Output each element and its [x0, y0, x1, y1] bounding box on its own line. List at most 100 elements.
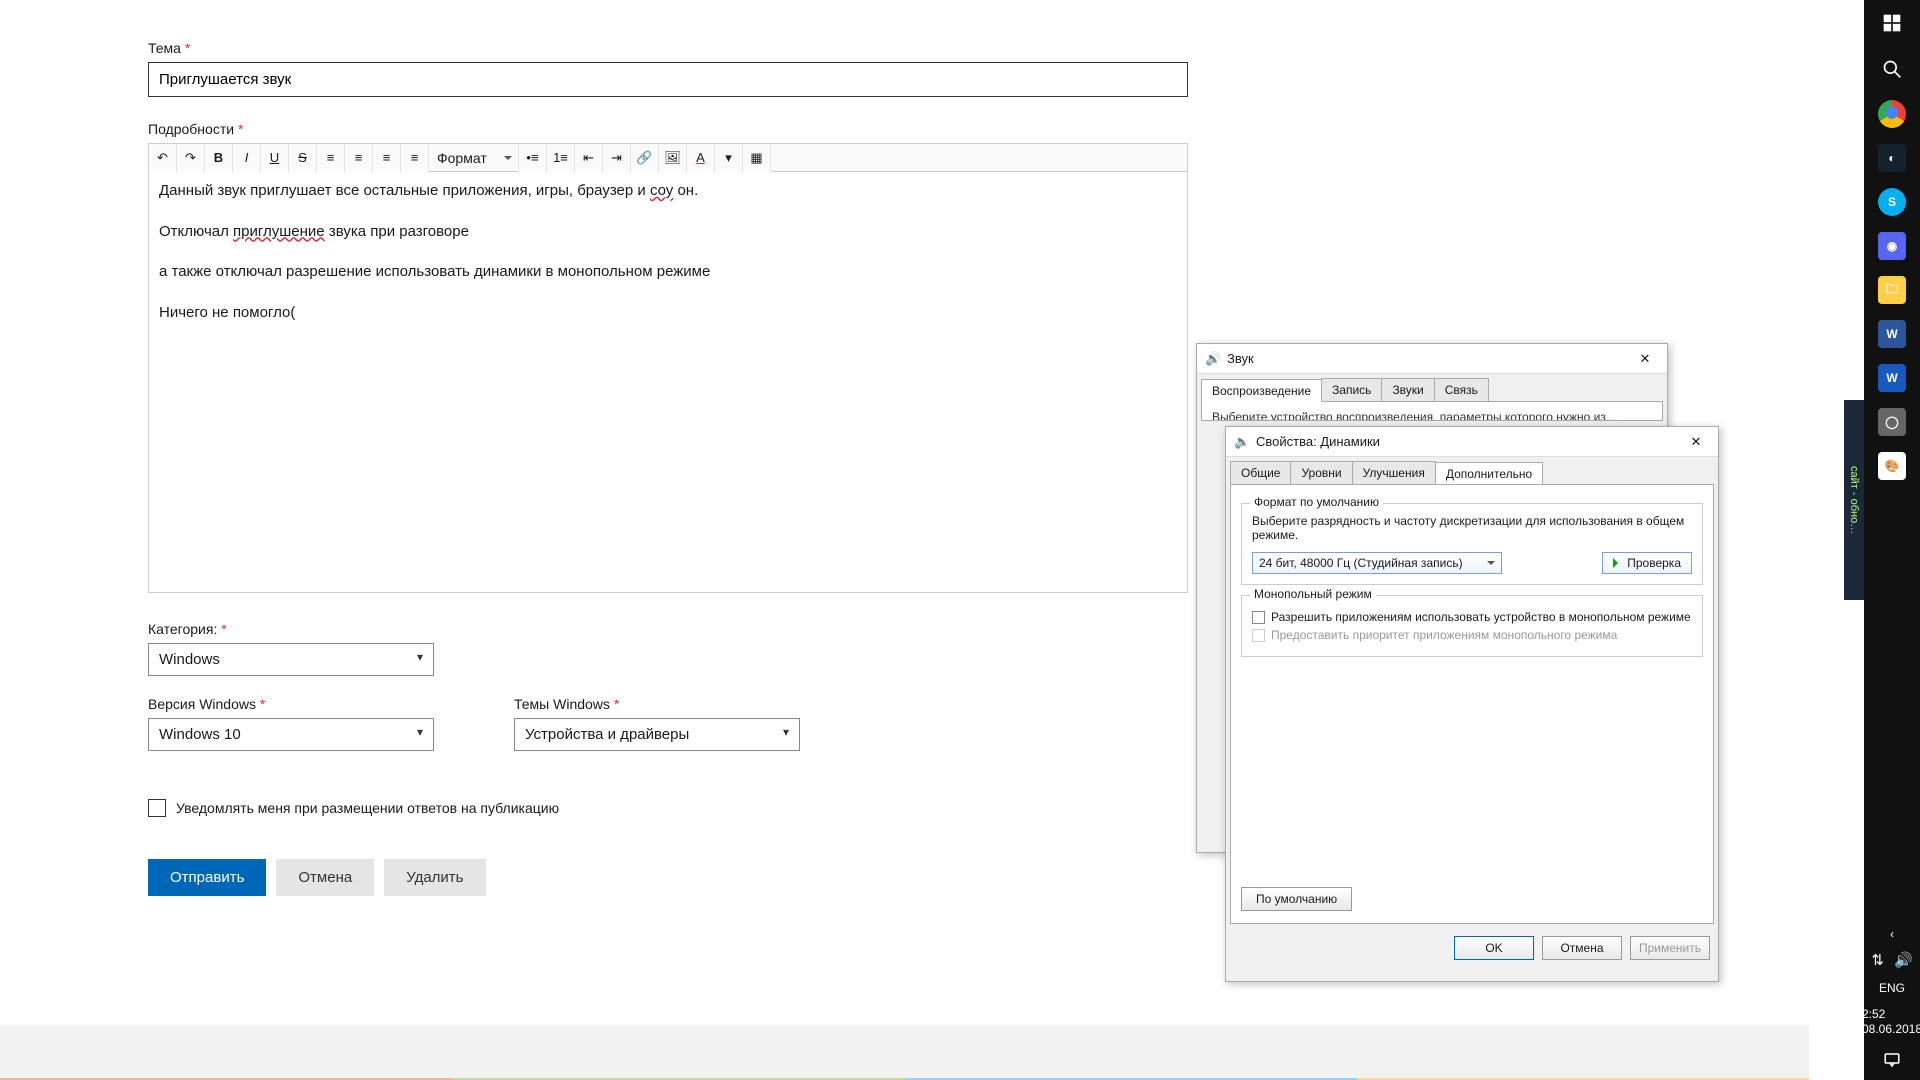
word-app[interactable]: W [1864, 312, 1920, 356]
rich-editor: ↶ ↷ B I U S ≡ ≡ ≡ ≡ Формат •≡ 1≡ ⇤ ⇥ 🔗 🖼… [148, 143, 1188, 593]
cancel-button[interactable]: Отмена [1542, 936, 1622, 960]
underline-icon[interactable]: U [261, 144, 289, 172]
speaker-icon: 🔈 [1234, 434, 1250, 450]
exclusive-label: Разрешить приложениям использовать устро… [1271, 610, 1691, 624]
word2-icon: W [1878, 364, 1906, 392]
volume-icon[interactable]: 🔊 [1894, 951, 1913, 969]
paint-app[interactable]: 🎨 [1864, 444, 1920, 488]
editor-line: Данный звук приглушает все остальные при… [159, 180, 1177, 203]
folder-icon: 🗀 [1878, 276, 1906, 304]
bold-icon[interactable]: B [205, 144, 233, 172]
theme-select[interactable]: Устройства и драйверы [514, 718, 800, 751]
steam-app[interactable]: ◐ [1864, 136, 1920, 180]
apply-button: Применить [1630, 936, 1710, 960]
paint-icon: 🎨 [1878, 452, 1906, 480]
clock[interactable]: 2:52 08.06.2018 [1862, 1001, 1920, 1043]
table-icon[interactable]: ▦ [743, 144, 771, 172]
props-title[interactable]: 🔈 Свойства: Динамики ✕ [1226, 427, 1718, 457]
tab-general[interactable]: Общие [1230, 461, 1291, 484]
editor-toolbar: ↶ ↷ B I U S ≡ ≡ ≡ ≡ Формат •≡ 1≡ ⇤ ⇥ 🔗 🖼… [149, 144, 1187, 172]
windows-icon [1882, 13, 1902, 33]
link-icon[interactable]: 🔗 [631, 144, 659, 172]
language-indicator[interactable]: ENG [1879, 975, 1905, 1001]
skype-icon: S [1878, 188, 1906, 216]
network-icon[interactable]: ⇅ [1871, 951, 1884, 969]
version-label: Версия Windows * [148, 696, 434, 712]
theme-label: Темы Windows * [514, 696, 800, 712]
action-center[interactable] [1883, 1043, 1901, 1080]
discord-app[interactable]: ◉ [1864, 224, 1920, 268]
topic-input[interactable] [148, 62, 1188, 97]
explorer-app[interactable]: 🗀 [1864, 268, 1920, 312]
close-icon[interactable]: ✕ [1674, 427, 1718, 457]
chevron-up-icon: ‹ [1890, 927, 1894, 941]
editor-line: Ничего не помогло( [159, 302, 1177, 325]
page-footer [0, 1025, 1809, 1080]
group-exclusive-title: Монопольный режим [1250, 587, 1376, 601]
editor-line: Отключал приглушение звука при разговоре [159, 221, 1177, 244]
indent-icon[interactable]: ⇥ [603, 144, 631, 172]
details-label: Подробности * [148, 121, 1188, 137]
notify-checkbox[interactable] [148, 799, 166, 817]
tab-advanced[interactable]: Дополнительно [1435, 462, 1543, 485]
strike-icon[interactable]: S [289, 144, 317, 172]
outdent-icon[interactable]: ⇤ [575, 144, 603, 172]
align-right-icon[interactable]: ≡ [373, 144, 401, 172]
version-select[interactable]: Windows 10 [148, 718, 434, 751]
group-format-title: Формат по умолчанию [1250, 495, 1383, 509]
format-desc: Выберите разрядность и частоту дискретиз… [1252, 514, 1692, 542]
category-select[interactable]: Windows [148, 643, 434, 676]
cancel-button[interactable]: Отмена [276, 859, 374, 896]
tray-expand[interactable]: ‹ [1890, 923, 1894, 945]
tab-enhance[interactable]: Улучшения [1352, 461, 1436, 484]
align-left-icon[interactable]: ≡ [317, 144, 345, 172]
notify-label: Уведомлять меня при размещении ответов н… [176, 800, 559, 816]
align-justify-icon[interactable]: ≡ [401, 144, 429, 172]
search-button[interactable] [1864, 46, 1920, 92]
word-icon: W [1878, 320, 1906, 348]
number-list-icon[interactable]: 1≡ [547, 144, 575, 172]
defaults-button[interactable]: По умолчанию [1241, 887, 1352, 911]
bullet-list-icon[interactable]: •≡ [519, 144, 547, 172]
tab-comm[interactable]: Связь [1434, 378, 1489, 401]
exclusive-checkbox[interactable] [1252, 611, 1265, 624]
app-icon: ◯ [1878, 408, 1906, 436]
delete-button[interactable]: Удалить [384, 859, 485, 896]
ok-button[interactable]: OK [1454, 936, 1534, 960]
chrome-icon [1878, 100, 1906, 128]
align-center-icon[interactable]: ≡ [345, 144, 373, 172]
italic-icon[interactable]: I [233, 144, 261, 172]
chrome-app[interactable] [1864, 92, 1920, 136]
tab-record[interactable]: Запись [1321, 378, 1382, 401]
format-dropdown[interactable]: Формат [429, 144, 519, 172]
skype-app[interactable]: S [1864, 180, 1920, 224]
word2-app[interactable]: W [1864, 356, 1920, 400]
font-color-icon[interactable]: A [687, 144, 715, 172]
tab-sounds[interactable]: Звуки [1381, 378, 1434, 401]
sound-dialog-title[interactable]: 🔊 Звук ✕ [1197, 344, 1667, 374]
start-button[interactable] [1864, 0, 1920, 46]
priority-checkbox [1252, 629, 1265, 642]
image-icon[interactable]: 🖼 [659, 144, 687, 172]
speaker-properties-dialog: 🔈 Свойства: Динамики ✕ Общие Уровни Улуч… [1225, 426, 1719, 982]
category-label: Категория: * [148, 621, 1188, 637]
editor-body[interactable]: Данный звук приглушает все остальные при… [149, 172, 1187, 592]
undo-icon[interactable]: ↶ [149, 144, 177, 172]
redo-icon[interactable]: ↷ [177, 144, 205, 172]
notification-icon [1883, 1051, 1901, 1069]
search-icon [1882, 59, 1902, 79]
tab-levels[interactable]: Уровни [1290, 461, 1352, 484]
submit-button[interactable]: Отправить [148, 859, 266, 896]
close-icon[interactable]: ✕ [1623, 344, 1667, 374]
steam-side-tab[interactable]: сайт - обно… [1844, 400, 1864, 600]
speaker-icon: 🔊 [1205, 351, 1221, 367]
tab-playback[interactable]: Воспроизведение [1201, 379, 1322, 402]
font-color-picker-icon[interactable]: ▾ [715, 144, 743, 172]
format-combo[interactable]: 24 бит, 48000 Гц (Студийная запись) [1252, 552, 1502, 574]
test-button[interactable]: Проверка [1602, 552, 1692, 574]
unknown-app[interactable]: ◯ [1864, 400, 1920, 444]
topic-label: Тема * [148, 40, 1188, 56]
editor-line: а также отключал разрешение использовать… [159, 261, 1177, 284]
discord-icon: ◉ [1878, 232, 1906, 260]
priority-label: Предоставить приоритет приложениям моноп… [1271, 628, 1617, 642]
